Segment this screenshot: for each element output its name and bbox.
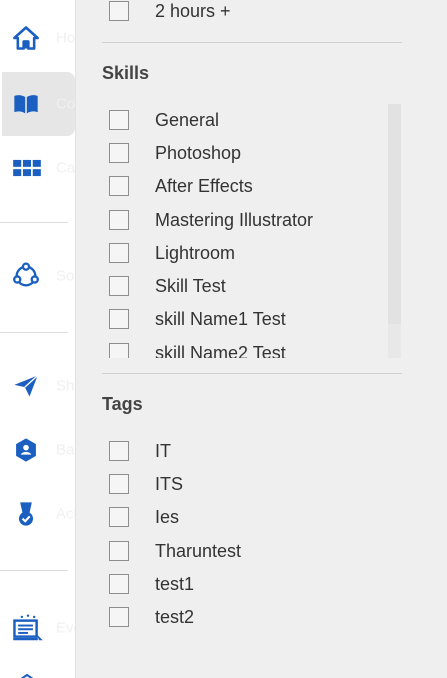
nav-courses[interactable]: Courses <box>0 72 75 136</box>
nav-events[interactable]: Events <box>0 596 75 660</box>
nav-badges[interactable]: Badges <box>0 418 75 482</box>
checkbox[interactable] <box>109 176 129 196</box>
nav-share[interactable]: Share <box>0 354 75 418</box>
presentation-board-icon <box>13 614 43 641</box>
duration-option[interactable]: 2 hours + <box>109 0 409 24</box>
tag-option[interactable]: test2 <box>109 606 409 630</box>
network-icon <box>13 262 39 287</box>
skill-option-label: Skill Test <box>155 276 226 296</box>
nav-home[interactable]: Home <box>0 6 75 70</box>
checkbox[interactable] <box>109 276 129 296</box>
nav-events-label: Events <box>56 619 75 637</box>
section-divider <box>102 42 402 43</box>
nav-social-label: Social <box>56 267 75 285</box>
shield-badge-icon <box>16 438 36 462</box>
skill-option-label: After Effects <box>155 176 253 196</box>
nav-courses-label: Courses <box>56 95 76 113</box>
checkbox[interactable] <box>109 474 129 494</box>
skill-option-label: General <box>155 110 220 130</box>
checkbox[interactable] <box>109 507 129 527</box>
nav-divider <box>0 222 68 223</box>
skill-option[interactable]: skill Name2 Test <box>109 342 402 358</box>
skill-option-label: Photoshop <box>155 143 242 163</box>
skill-option[interactable]: After Effects <box>109 175 402 199</box>
skills-title: Skills <box>102 63 150 83</box>
home-icon <box>13 26 39 50</box>
checkbox[interactable] <box>109 574 129 594</box>
checkbox[interactable] <box>109 309 129 329</box>
nav-share-label: Share <box>56 377 75 395</box>
medal-icon <box>19 502 33 526</box>
skill-option-label: Lightroom <box>155 243 236 263</box>
paper-plane-icon <box>14 374 39 397</box>
nav-badges-label: Badges <box>56 441 75 459</box>
tag-option-label: IT <box>155 441 171 461</box>
nav-social[interactable]: Social <box>0 244 75 308</box>
skill-option-label: Mastering Illustrator <box>155 210 314 230</box>
checkbox[interactable] <box>109 110 129 130</box>
tag-option[interactable]: ITS <box>109 473 409 497</box>
checkbox[interactable] <box>109 343 129 358</box>
checkbox[interactable] <box>109 143 129 163</box>
nav-achievements[interactable]: Achievements <box>0 482 75 546</box>
nav-catalog[interactable]: Catalog <box>0 136 75 200</box>
nav-catalog-label: Catalog <box>56 159 76 177</box>
filter-panel: 2 hours + Skills General Photoshop After… <box>76 0 447 678</box>
checkbox[interactable] <box>109 541 129 561</box>
tag-option-label: test1 <box>155 574 195 594</box>
nav-achievements-label: Achievements <box>56 505 75 523</box>
grid-icon <box>13 159 41 177</box>
checkbox[interactable] <box>109 607 129 627</box>
nav-divider <box>0 570 68 571</box>
checkbox[interactable] <box>109 210 129 230</box>
tags-title: Tags <box>102 394 143 414</box>
skill-option[interactable]: Mastering Illustrator <box>109 209 402 233</box>
skill-option-label: skill Name2 Test <box>155 343 286 358</box>
checkbox[interactable] <box>109 441 129 461</box>
open-book-icon <box>14 95 38 114</box>
tag-option[interactable]: Tharuntest <box>109 540 409 564</box>
nav-divider <box>0 332 68 333</box>
left-nav-rail: Home Courses Catalog Social <box>0 0 76 678</box>
skill-option[interactable]: General <box>109 109 402 133</box>
skills-list: General Photoshop After Effects Masterin… <box>102 104 402 358</box>
tag-option-label: test2 <box>155 607 195 627</box>
tag-option-label: Tharuntest <box>155 541 242 561</box>
tag-option[interactable]: Ies <box>109 506 409 530</box>
nav-more-partial-icon <box>16 668 38 678</box>
checkbox[interactable] <box>109 243 129 263</box>
skill-option-label: skill Name1 Test <box>155 309 286 329</box>
skill-option[interactable]: Photoshop <box>109 142 402 166</box>
duration-option-label: 2 hours + <box>155 1 231 21</box>
skill-option[interactable]: Lightroom <box>109 242 402 266</box>
checkbox[interactable] <box>109 1 129 21</box>
nav-home-label: Home <box>56 29 76 47</box>
tag-option[interactable]: test1 <box>109 573 409 597</box>
tag-option-label: Ies <box>155 507 180 527</box>
section-divider <box>102 373 402 374</box>
skill-option[interactable]: skill Name1 Test <box>109 308 402 332</box>
skill-option[interactable]: Skill Test <box>109 275 402 299</box>
tag-option[interactable]: IT <box>109 440 409 464</box>
tag-option-label: ITS <box>155 474 184 494</box>
